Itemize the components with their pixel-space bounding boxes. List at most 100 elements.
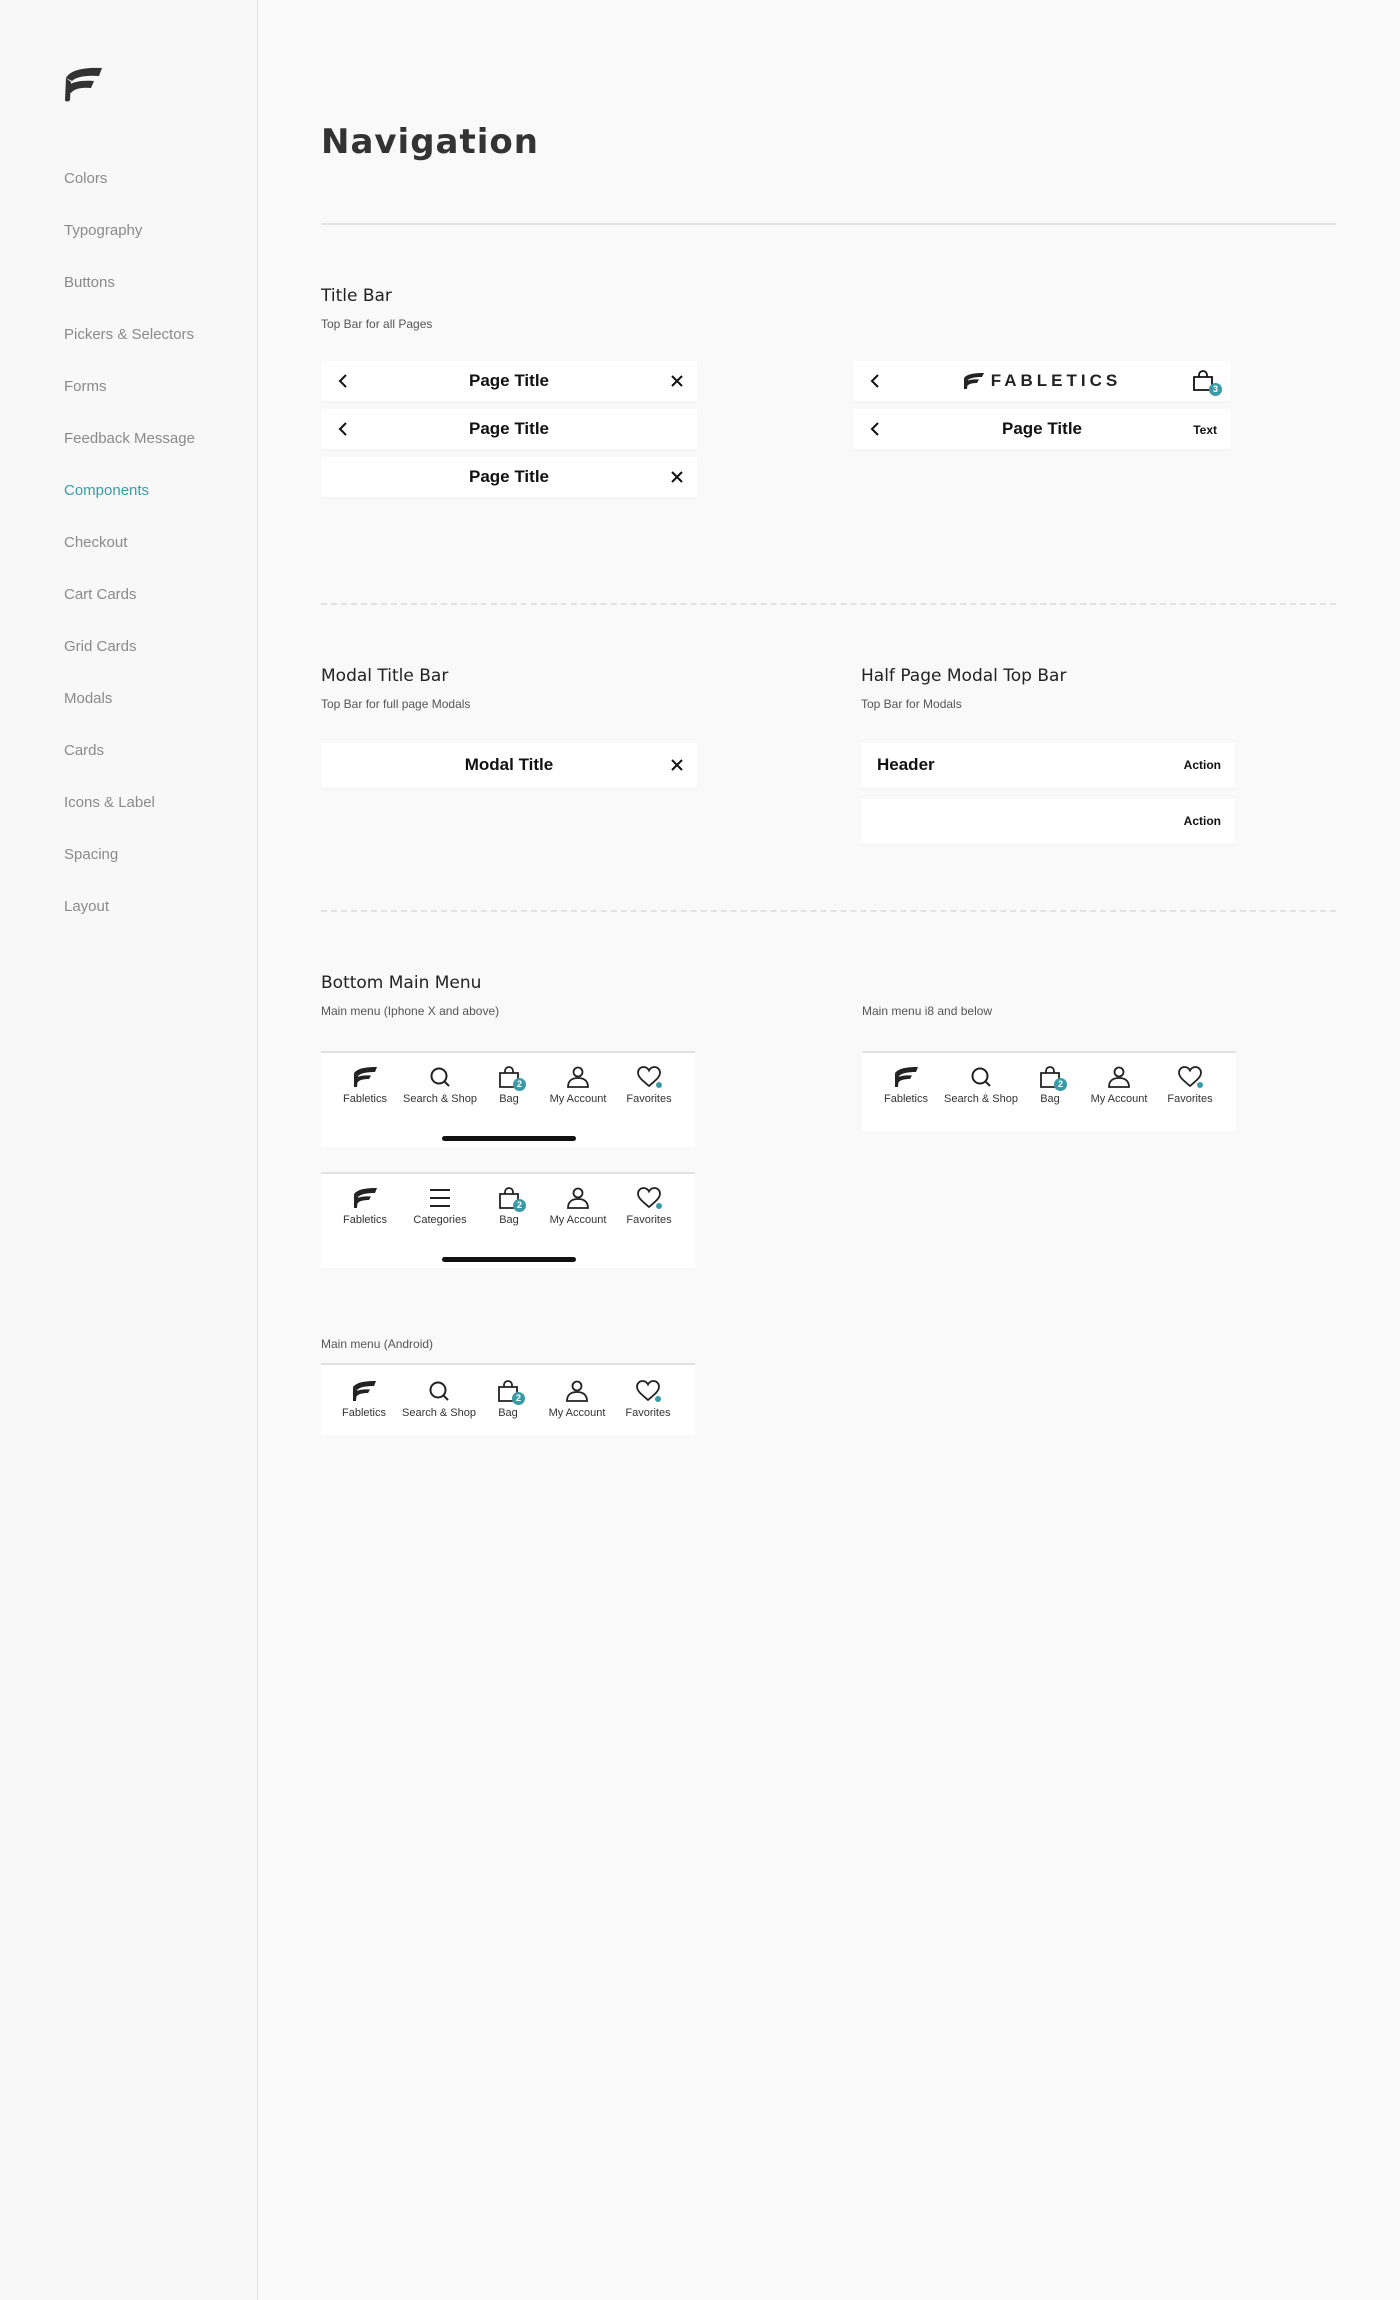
- close-icon[interactable]: [669, 373, 685, 389]
- dashed-divider: [321, 603, 1336, 605]
- favorites-dot: [656, 1082, 662, 1088]
- fabletics-logo-icon[interactable]: [62, 64, 104, 104]
- text-action-button[interactable]: Text: [1193, 409, 1217, 451]
- search-icon: [430, 1067, 450, 1087]
- favorites-dot: [656, 1203, 662, 1209]
- bag-count-badge: 2: [1054, 1078, 1067, 1091]
- dashed-divider: [321, 910, 1336, 912]
- menu-label-iphone-x: Main menu (Iphone X and above): [321, 1004, 500, 1018]
- menu-item-search[interactable]: Search & Shop: [403, 1065, 477, 1105]
- sidebar-item-typography[interactable]: Typography: [64, 222, 142, 239]
- bag-count-badge: 3: [1209, 383, 1222, 396]
- modal-title: Modal Title: [464, 755, 554, 774]
- menu-item-label: My Account: [1090, 1093, 1148, 1105]
- menu-item-account[interactable]: My Account: [1082, 1065, 1156, 1105]
- menu-item-label: Favorites: [626, 1214, 672, 1226]
- sidebar-item-grid-cards[interactable]: Grid Cards: [64, 638, 137, 655]
- sidebar-item-icons-label[interactable]: Icons & Label: [64, 794, 155, 811]
- page-title: Navigation: [321, 122, 539, 162]
- menu-label-i8: Main menu i8 and below: [862, 1004, 993, 1018]
- menu-item-fabletics[interactable]: Fabletics: [328, 1065, 402, 1105]
- menu-item-fabletics[interactable]: Fabletics: [328, 1186, 402, 1226]
- menu-item-label: Favorites: [1167, 1093, 1213, 1105]
- menu-item-label: Favorites: [626, 1093, 672, 1105]
- menu-item-account[interactable]: My Account: [541, 1186, 615, 1226]
- sidebar-item-cards[interactable]: Cards: [64, 742, 104, 759]
- half-modal-action-button[interactable]: Action: [1184, 743, 1221, 787]
- menu-item-fabletics[interactable]: Fabletics: [869, 1065, 943, 1105]
- sidebar-item-buttons[interactable]: Buttons: [64, 274, 115, 291]
- menu-item-bag[interactable]: 2 Bag: [472, 1186, 546, 1226]
- search-icon: [429, 1381, 449, 1401]
- bag-count-badge: 2: [513, 1199, 526, 1212]
- menu-item-label: My Account: [548, 1407, 606, 1419]
- menu-item-search[interactable]: Search & Shop: [402, 1379, 476, 1419]
- menu-item-label: Fabletics: [341, 1407, 387, 1419]
- favorites-dot: [655, 1396, 661, 1402]
- user-icon: [567, 1066, 589, 1088]
- half-modal-bar-action: Action: [861, 799, 1235, 844]
- menu-label-android: Main menu (Android): [321, 1337, 434, 1351]
- section-title-modal-title-bar: Modal Title Bar: [321, 666, 449, 686]
- title-bar-back: Page Title: [321, 409, 697, 449]
- bag-button[interactable]: 3: [1191, 369, 1222, 396]
- sidebar-item-colors[interactable]: Colors: [64, 170, 107, 187]
- sidebar-item-pickers-selectors[interactable]: Pickers & Selectors: [64, 326, 194, 343]
- sidebar-item-modals[interactable]: Modals: [64, 690, 112, 707]
- menu-item-label: Categories: [413, 1214, 467, 1226]
- menu-item-fabletics[interactable]: Fabletics: [327, 1379, 401, 1419]
- bar-page-title: Page Title: [469, 419, 549, 438]
- menu-item-label: Fabletics: [883, 1093, 929, 1105]
- home-indicator: [442, 1257, 576, 1262]
- menu-item-search[interactable]: Search & Shop: [944, 1065, 1018, 1105]
- sidebar-item-layout[interactable]: Layout: [64, 898, 109, 915]
- menu-item-label: Bag: [499, 1214, 519, 1226]
- sidebar-item-checkout[interactable]: Checkout: [64, 534, 127, 551]
- fabletics-logo-icon: [895, 1067, 918, 1087]
- sidebar-item-feedback-message[interactable]: Feedback Message: [64, 430, 195, 447]
- section-subtitle-title-bar: Top Bar for all Pages: [321, 317, 433, 331]
- bar-page-title: Page Title: [469, 467, 549, 486]
- menu-item-favorites[interactable]: Favorites: [612, 1186, 686, 1226]
- sidebar-item-components[interactable]: Components: [64, 482, 149, 499]
- half-modal-bar-header: Header Action: [861, 743, 1235, 788]
- fabletics-logo-icon: [963, 373, 984, 389]
- menu-item-bag[interactable]: 2 Bag: [471, 1379, 545, 1419]
- modal-title-bar: Modal Title: [321, 743, 697, 788]
- bag-count-badge: 2: [513, 1078, 526, 1091]
- menu-item-favorites[interactable]: Favorites: [612, 1065, 686, 1105]
- bar-page-title: Page Title: [469, 371, 549, 390]
- bar-page-title: Page Title: [1002, 419, 1082, 438]
- menu-item-categories[interactable]: Categories: [403, 1186, 477, 1226]
- menu-item-account[interactable]: My Account: [540, 1379, 614, 1419]
- menu-item-label: Search & Shop: [402, 1407, 476, 1419]
- half-modal-action-button[interactable]: Action: [1184, 799, 1221, 843]
- section-title-bottom-menu: Bottom Main Menu: [321, 973, 482, 993]
- search-icon: [971, 1067, 991, 1087]
- bottom-menu-iphone-x-categories: Fabletics Categories 2 Bag My Account Fa…: [321, 1172, 695, 1268]
- brand-wordmark: FABLETICS: [990, 371, 1122, 390]
- bottom-menu-i8: Fabletics Search & Shop 2 Bag My Account…: [862, 1051, 1236, 1131]
- menu-item-account[interactable]: My Account: [541, 1065, 615, 1105]
- section-title-title-bar: Title Bar: [321, 286, 392, 306]
- menu-item-label: Bag: [1040, 1093, 1060, 1105]
- title-bar-brand: FABLETICS 3: [853, 361, 1231, 401]
- menu-item-bag[interactable]: 2 Bag: [1013, 1065, 1087, 1105]
- menu-item-label: Fabletics: [342, 1093, 388, 1105]
- user-icon: [566, 1380, 588, 1402]
- menu-item-bag[interactable]: 2 Bag: [472, 1065, 546, 1105]
- menu-item-favorites[interactable]: Favorites: [1153, 1065, 1227, 1105]
- brand-logo[interactable]: FABLETICS: [853, 361, 1231, 401]
- sidebar-item-cart-cards[interactable]: Cart Cards: [64, 586, 137, 603]
- close-icon[interactable]: [669, 469, 685, 485]
- menu-item-label: Search & Shop: [944, 1093, 1018, 1105]
- section-subtitle-half-modal: Top Bar for Modals: [861, 697, 962, 711]
- half-modal-header: Header: [877, 755, 935, 774]
- title-bar-back-close: Page Title: [321, 361, 697, 401]
- menu-item-favorites[interactable]: Favorites: [611, 1379, 685, 1419]
- fabletics-logo-icon: [354, 1067, 377, 1087]
- fabletics-logo-icon: [354, 1188, 377, 1208]
- close-icon[interactable]: [669, 757, 685, 773]
- sidebar-item-forms[interactable]: Forms: [64, 378, 107, 395]
- sidebar-item-spacing[interactable]: Spacing: [64, 846, 118, 863]
